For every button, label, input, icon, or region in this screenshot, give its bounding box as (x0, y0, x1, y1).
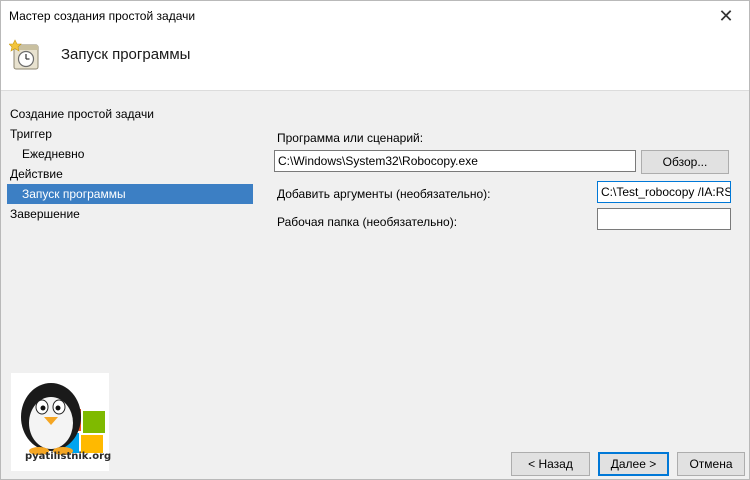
back-button[interactable]: < Назад (511, 452, 590, 476)
page-title: Запуск программы (61, 46, 191, 63)
step-daily: Ежедневно (22, 147, 85, 161)
close-icon: ✕ (718, 5, 734, 26)
wizard-window: Мастер создания простой задачи ✕ Запуск … (0, 0, 750, 480)
arguments-input[interactable]: C:\Test_robocopy /IA:RS (597, 181, 731, 203)
program-input[interactable]: C:\Windows\System32\Robocopy.exe (274, 150, 636, 172)
wizard-header: Запуск программы (1, 31, 749, 91)
browse-button[interactable]: Обзор... (641, 150, 729, 174)
step-trigger: Триггер (10, 127, 52, 141)
task-clock-icon (9, 39, 39, 70)
next-button[interactable]: Далее > (598, 452, 669, 476)
arguments-label: Добавить аргументы (необязательно): (277, 187, 491, 201)
cancel-button[interactable]: Отмена (677, 452, 745, 476)
program-label: Программа или сценарий: (277, 131, 424, 145)
close-button[interactable]: ✕ (703, 1, 749, 31)
title-bar: Мастер создания простой задачи ✕ (1, 1, 749, 33)
step-action: Действие (10, 167, 63, 181)
step-create-task: Создание простой задачи (10, 107, 154, 121)
workdir-label: Рабочая папка (необязательно): (277, 215, 458, 229)
window-title: Мастер создания простой задачи (9, 9, 196, 23)
wizard-steps: Создание простой задачи Триггер Ежедневн… (1, 104, 253, 224)
workdir-input[interactable] (597, 208, 731, 230)
step-start-program: Запуск программы (7, 184, 253, 204)
step-finish: Завершение (10, 207, 80, 221)
logo-text: pyatilistnik.org (25, 451, 112, 462)
site-logo: pyatilistnik.org (11, 373, 112, 471)
